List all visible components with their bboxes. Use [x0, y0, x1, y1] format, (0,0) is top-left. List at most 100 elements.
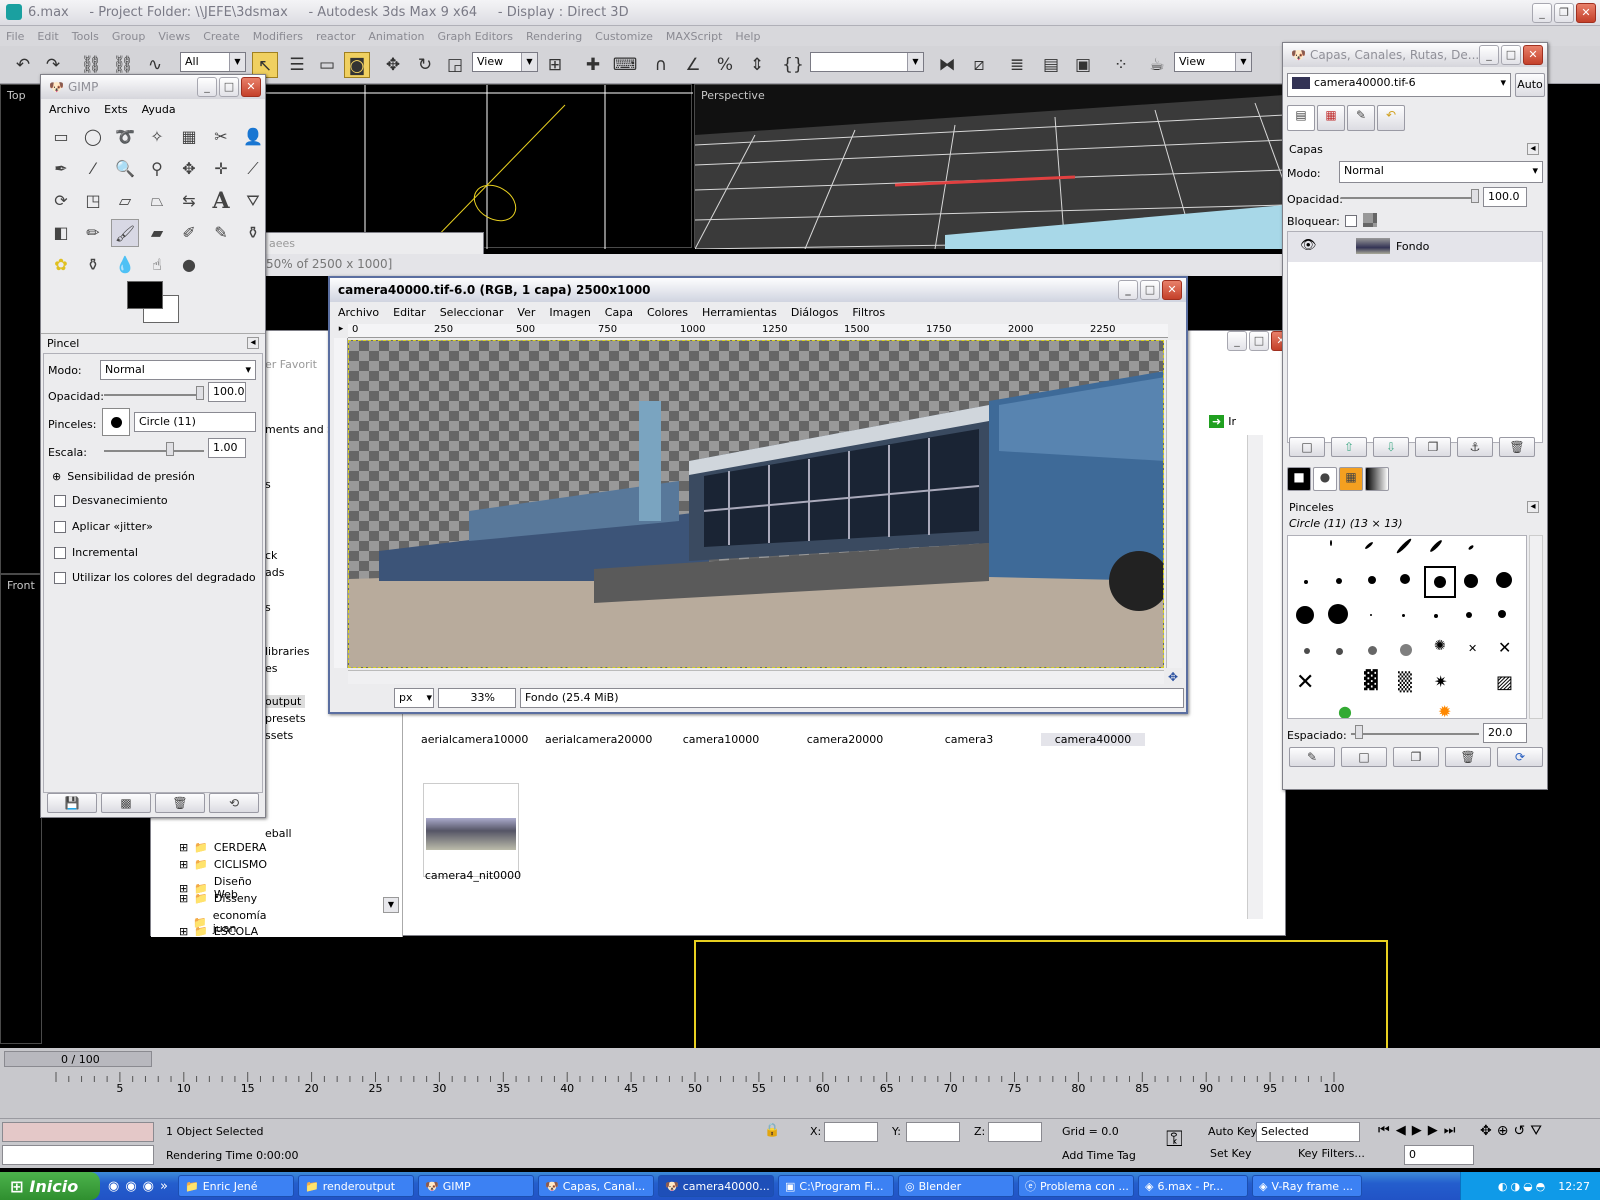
- bucket-fill-icon[interactable]: ⛛: [239, 187, 267, 215]
- menu-exts[interactable]: Exts: [104, 103, 128, 116]
- quick-launch-icons[interactable]: ◉◉◉»: [108, 1179, 174, 1194]
- render-scene-icon[interactable]: ☕: [1144, 52, 1170, 78]
- scissors-icon[interactable]: ✂: [207, 123, 235, 151]
- taskbar-item[interactable]: ◈ 6.max - Pr...: [1137, 1175, 1248, 1197]
- taskbar-item[interactable]: ◎ Blender: [897, 1175, 1014, 1197]
- max-minimize-button[interactable]: _: [1532, 3, 1552, 23]
- perspective-icon[interactable]: ⏢: [143, 187, 171, 215]
- tab-undo[interactable]: ↶: [1377, 105, 1405, 131]
- scale-input[interactable]: 1.00: [208, 438, 246, 458]
- flip-icon[interactable]: ⇆: [175, 187, 203, 215]
- mirror-icon[interactable]: ⧓: [934, 52, 960, 78]
- browser-maximize-button[interactable]: □: [1249, 331, 1269, 351]
- auto-button[interactable]: Auto: [1515, 73, 1545, 97]
- tree-item[interactable]: ⊞ 📁 CICLISMO: [179, 858, 267, 871]
- ellipse-select-icon[interactable]: ◯: [79, 123, 107, 151]
- reset-options-button[interactable]: ⟲: [209, 793, 259, 813]
- clone-icon[interactable]: ⚱: [239, 219, 267, 247]
- z-coordinate-field[interactable]: [988, 1122, 1042, 1142]
- rotate-icon[interactable]: ↻: [412, 52, 438, 78]
- delete-options-button[interactable]: 🗑: [155, 793, 205, 813]
- save-options-button[interactable]: 💾: [47, 793, 97, 813]
- dock-maximize-button[interactable]: □: [1501, 45, 1521, 65]
- shear-icon[interactable]: ▱: [111, 187, 139, 215]
- lock-icon[interactable]: 🔒: [764, 1123, 780, 1138]
- folder-item[interactable]: presets: [265, 712, 306, 725]
- tab-channels[interactable]: ▦: [1317, 105, 1345, 131]
- duplicate-layer-button[interactable]: ❐: [1415, 437, 1451, 457]
- thumbnail-label[interactable]: aerialcamera20000: [545, 733, 652, 746]
- menu-create[interactable]: Create: [203, 30, 240, 43]
- menu-editar[interactable]: Editar: [393, 306, 426, 319]
- manipulate-icon[interactable]: ✚: [580, 52, 606, 78]
- perspective-clone-icon[interactable]: ⚱: [79, 251, 107, 279]
- menu-ayuda[interactable]: Ayuda: [142, 103, 176, 116]
- menu-colores[interactable]: Colores: [647, 306, 688, 319]
- measure-icon[interactable]: ⚲: [143, 155, 171, 183]
- select-by-name-icon[interactable]: ☰: [284, 52, 310, 78]
- foreground-color-swatch-top[interactable]: [127, 281, 163, 309]
- thumbnail-image[interactable]: [423, 783, 519, 877]
- opacity-slider-handle[interactable]: [196, 386, 204, 400]
- snap-toggle-icon[interactable]: ∩: [648, 52, 674, 78]
- tool-options-menu-icon[interactable]: ◂: [247, 337, 259, 349]
- duplicate-brush-button[interactable]: ❐: [1393, 747, 1439, 767]
- spacing-slider-handle[interactable]: [1355, 725, 1363, 739]
- menu-help[interactable]: Help: [735, 30, 760, 43]
- blur-icon[interactable]: 💧: [111, 251, 139, 279]
- menu-edit[interactable]: Edit: [37, 30, 58, 43]
- dock-minimize-button[interactable]: _: [1479, 45, 1499, 65]
- opacity-slider[interactable]: [104, 394, 204, 396]
- zoom-selector[interactable]: 33%: [438, 688, 516, 708]
- menu-modifiers[interactable]: Modifiers: [253, 30, 303, 43]
- folder-item[interactable]: ck: [265, 549, 277, 562]
- maxscript-input[interactable]: [2, 1145, 154, 1165]
- layer-opacity-input[interactable]: 100.0: [1483, 187, 1527, 207]
- layer-opacity-handle[interactable]: [1471, 189, 1479, 203]
- menu-group[interactable]: Group: [112, 30, 146, 43]
- move-tool-icon[interactable]: ✥: [175, 155, 203, 183]
- rectangular-selection-icon[interactable]: ▭: [314, 52, 340, 78]
- folder-item-selected[interactable]: output: [261, 695, 306, 708]
- menu-archivo[interactable]: Archivo: [338, 306, 379, 319]
- toolbox-close-button[interactable]: ✕: [241, 77, 261, 97]
- smudge-icon[interactable]: ☝: [143, 251, 171, 279]
- viewport-navigation-controls[interactable]: ✥⊕↺⛛: [1480, 1123, 1547, 1139]
- named-selection-sets-dropdown[interactable]: ▼: [810, 52, 924, 72]
- taskbar-item[interactable]: 🐶 GIMP: [417, 1175, 534, 1197]
- reference-coordinate-dropdown[interactable]: View ▼: [472, 52, 538, 72]
- pencil-icon[interactable]: ✏: [79, 219, 107, 247]
- align-tool-icon[interactable]: ✛: [207, 155, 235, 183]
- toolbox-maximize-button[interactable]: □: [219, 77, 239, 97]
- selection-filter-dropdown[interactable]: All ▼: [180, 52, 246, 72]
- fade-checkbox[interactable]: Desvanecimiento: [54, 494, 168, 507]
- thumbnail-label[interactable]: camera4_nit0000: [421, 869, 525, 882]
- scale-slider[interactable]: [104, 450, 204, 452]
- zoom-icon[interactable]: 🔍: [111, 155, 139, 183]
- rotate-tool-icon[interactable]: ⟳: [47, 187, 75, 215]
- folder-item[interactable]: es: [265, 662, 278, 675]
- color-picker-icon[interactable]: ⁄: [79, 155, 107, 183]
- scale-slider-handle[interactable]: [166, 442, 174, 456]
- brushes-menu-icon[interactable]: ◂: [1527, 501, 1539, 513]
- unit-selector[interactable]: px ▾: [394, 688, 434, 708]
- taskbar-item-active[interactable]: 🐶 camera40000...: [657, 1175, 774, 1197]
- image-minimize-button[interactable]: _: [1118, 280, 1138, 300]
- named-selection-icon[interactable]: {}: [780, 52, 806, 78]
- maxscript-listener-mini[interactable]: [2, 1122, 154, 1142]
- max-restore-button[interactable]: ❐: [1554, 3, 1574, 23]
- angle-snap-icon[interactable]: ∠: [680, 52, 706, 78]
- folder-item[interactable]: ads: [265, 566, 284, 579]
- dock-close-button[interactable]: ✕: [1523, 45, 1543, 65]
- tree-item[interactable]: ⊞ 📁 CERDERA: [179, 841, 266, 854]
- layer-row[interactable]: 👁 Fondo: [1288, 232, 1542, 262]
- new-brush-button[interactable]: □: [1341, 747, 1387, 767]
- menu-dialogos[interactable]: Diálogos: [791, 306, 839, 319]
- taskbar-item[interactable]: 📁 Enric Jené: [177, 1175, 294, 1197]
- anchor-layer-button[interactable]: ⚓: [1457, 437, 1493, 457]
- refresh-brushes-button[interactable]: ⟳: [1497, 747, 1543, 767]
- track-bar[interactable]: 5 10 15 20 25 30 35 40 45 50 55 60 65 70 75 80 85 90 95 100: [0, 1070, 1600, 1120]
- restore-options-button[interactable]: ▩: [101, 793, 151, 813]
- taskbar-item[interactable]: ◈ V-Ray frame ...: [1251, 1175, 1362, 1197]
- brush-name-field[interactable]: Circle (11): [134, 412, 256, 432]
